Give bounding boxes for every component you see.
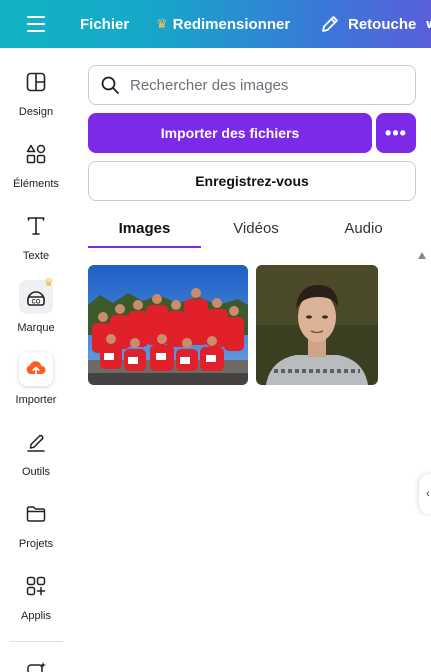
folder-icon bbox=[20, 498, 52, 530]
search-icon bbox=[101, 76, 119, 94]
sidebar-item-label: Marque bbox=[17, 322, 55, 334]
design-icon bbox=[20, 66, 52, 98]
resize-menu-label: Redimensionner bbox=[172, 15, 291, 33]
crown-icon: ♛ bbox=[44, 277, 54, 289]
menu-icon[interactable] bbox=[22, 13, 50, 35]
sidebar-item-label: Applis bbox=[21, 610, 51, 622]
sidebar-item-label: Projets bbox=[18, 538, 54, 550]
upload-files-button[interactable]: Importer des fichiers bbox=[88, 113, 372, 153]
crown-icon: ♛ bbox=[156, 16, 168, 31]
search-box[interactable] bbox=[88, 65, 416, 105]
file-menu[interactable]: Fichier bbox=[80, 0, 129, 48]
upload-icon bbox=[19, 352, 53, 386]
sidebar-divider bbox=[10, 641, 63, 642]
top-bar: Fichier ♛ Redimensionner Retouche ∨ bbox=[0, 0, 431, 48]
apps-icon bbox=[20, 570, 52, 602]
register-label: Enregistrez-vous bbox=[195, 173, 309, 189]
tab-images[interactable]: Images bbox=[88, 208, 201, 248]
sidebar-item-projects[interactable]: Projets bbox=[0, 480, 72, 552]
sidebar-item-label: Outils bbox=[21, 466, 51, 478]
upload-files-label: Importer des fichiers bbox=[160, 125, 300, 141]
sidebar-item-label: Importer bbox=[15, 394, 57, 406]
retouch-menu[interactable]: Retouche ∨ bbox=[320, 0, 431, 48]
sidebar-item-label: Texte bbox=[22, 250, 50, 262]
sidebar-item-label: Éléments bbox=[13, 178, 59, 190]
sidebar-item-tools[interactable]: Outils bbox=[0, 408, 72, 480]
media-tabs: Images Vidéos Audio bbox=[88, 208, 416, 248]
tab-label: Vidéos bbox=[233, 219, 279, 237]
chevron-down-icon: ∨ bbox=[424, 17, 431, 31]
tab-label: Audio bbox=[344, 219, 383, 237]
uploaded-image-portrait[interactable] bbox=[256, 265, 378, 385]
collapse-panel-handle[interactable]: ‹ bbox=[419, 474, 431, 514]
magic-icon[interactable] bbox=[25, 660, 47, 672]
sidebar-item-label: Design bbox=[18, 106, 54, 118]
file-menu-label: Fichier bbox=[80, 15, 130, 33]
pencil-icon bbox=[322, 16, 338, 32]
tab-label: Images bbox=[118, 219, 171, 237]
sidebar-item-brand[interactable]: CO ♛ Marque bbox=[0, 264, 72, 336]
tab-audio[interactable]: Audio bbox=[311, 208, 416, 248]
sidebar: Design Éléments Texte CO ♛ Marque Import… bbox=[0, 48, 72, 672]
sidebar-item-text[interactable]: Texte bbox=[0, 192, 72, 264]
uploads-panel: Importer des fichiers ••• Enregistrez-vo… bbox=[72, 48, 431, 672]
elements-icon bbox=[20, 138, 52, 170]
chevron-left-icon: ‹ bbox=[426, 488, 430, 500]
app-root: Fichier ♛ Redimensionner Retouche ∨ Desi… bbox=[0, 0, 431, 672]
search-input[interactable] bbox=[130, 76, 400, 94]
register-button[interactable]: Enregistrez-vous bbox=[88, 161, 416, 201]
scroll-up-arrow[interactable] bbox=[418, 252, 426, 259]
uploaded-image-group-photo[interactable] bbox=[88, 265, 248, 385]
sidebar-item-apps[interactable]: Applis bbox=[0, 552, 72, 624]
tab-videos[interactable]: Vidéos bbox=[201, 208, 311, 248]
more-icon: ••• bbox=[385, 122, 407, 143]
sidebar-item-design[interactable]: Design bbox=[0, 48, 72, 120]
svg-text:CO: CO bbox=[32, 300, 41, 306]
tools-icon bbox=[20, 426, 52, 458]
sidebar-item-upload[interactable]: Importer bbox=[0, 336, 72, 408]
text-icon bbox=[20, 210, 52, 242]
retouch-menu-label: Retouche bbox=[348, 15, 417, 33]
resize-menu[interactable]: ♛ Redimensionner bbox=[156, 0, 290, 48]
sidebar-item-elements[interactable]: Éléments bbox=[0, 120, 72, 192]
more-options-button[interactable]: ••• bbox=[376, 113, 416, 153]
active-tab-indicator bbox=[88, 246, 201, 248]
